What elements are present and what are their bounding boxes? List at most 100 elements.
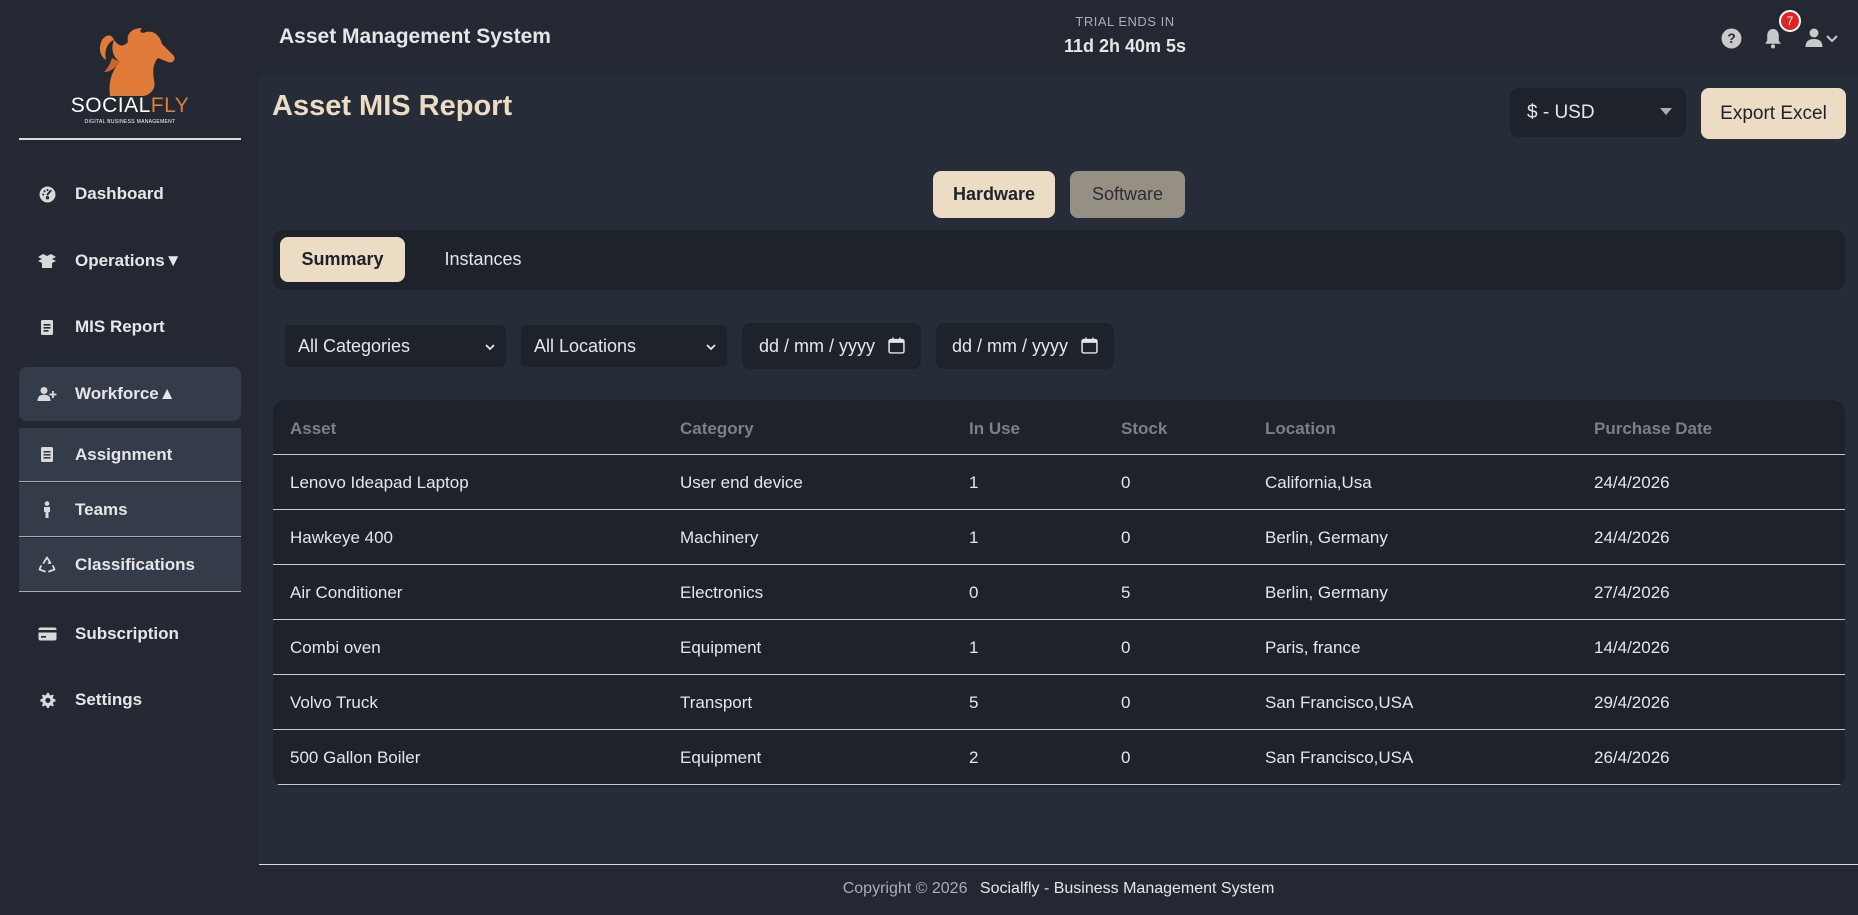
- asset-report-table: Asset Category In Use Stock Location Pur…: [273, 400, 1845, 787]
- report-tabs: Summary Instances: [273, 230, 1845, 290]
- cell-in-use: 1: [969, 638, 979, 657]
- sidebar-subitem-assignment[interactable]: Assignment: [19, 428, 241, 482]
- cell-purchase-date: 14/4/2026: [1594, 638, 1670, 657]
- cell-in-use: 2: [969, 748, 979, 767]
- cell-in-use: 0: [969, 583, 979, 602]
- date-to-placeholder: dd / mm / yyyy: [952, 335, 1069, 356]
- sidebar-item-label: Teams: [75, 499, 128, 519]
- app-title: Asset Management System: [279, 25, 551, 48]
- location-filter-select[interactable]: All Locations: [521, 325, 727, 367]
- location-filter-value: All Locations: [534, 335, 637, 356]
- trial-label: TRIAL ENDS IN: [1075, 14, 1175, 29]
- table-header: Asset Category In Use Stock Location Pur…: [273, 400, 1845, 455]
- chevron-down-icon: [705, 337, 717, 358]
- page-title: Asset MIS Report: [272, 90, 513, 122]
- cell-asset: Volvo Truck: [290, 693, 378, 712]
- sidebar-item-label: Dashboard: [75, 184, 164, 203]
- table-row[interactable]: Volvo Truck Transport 5 0 San Francisco,…: [273, 675, 1845, 730]
- footer-brand: Socialfly - Business Management System: [979, 880, 1275, 897]
- cell-stock: 0: [1121, 528, 1131, 547]
- sidebar-item-label: Workforce▲: [75, 384, 176, 403]
- user-menu-icon[interactable]: [1805, 26, 1841, 50]
- cell-stock: 0: [1121, 693, 1131, 712]
- date-from-input[interactable]: dd / mm / yyyy: [742, 323, 921, 369]
- cell-category: User end device: [680, 473, 803, 492]
- logo-text-fly: FLY: [150, 94, 190, 117]
- cell-category: Electronics: [680, 583, 764, 602]
- date-to-input[interactable]: dd / mm / yyyy: [936, 323, 1114, 369]
- column-header-in-use[interactable]: In Use: [969, 419, 1020, 439]
- sidebar-subitem-classifications[interactable]: Classifications: [19, 538, 241, 592]
- bell-icon[interactable]: [1761, 26, 1785, 50]
- cell-location: San Francisco,USA: [1265, 693, 1414, 712]
- trial-time: 11d 2h 40m 5s: [1063, 36, 1187, 56]
- column-header-category[interactable]: Category: [680, 419, 754, 439]
- calendar-icon[interactable]: [888, 337, 905, 359]
- cell-category: Equipment: [680, 748, 762, 767]
- table-row[interactable]: Combi oven Equipment 1 0 Paris, france 1…: [273, 620, 1845, 675]
- table-row[interactable]: Hawkeye 400 Machinery 1 0 Berlin, German…: [273, 510, 1845, 565]
- cell-in-use: 1: [969, 528, 979, 547]
- gear-icon: [37, 690, 57, 710]
- sidebar-item-label: Settings: [75, 690, 143, 709]
- horse-head-logo-icon: [99, 28, 175, 96]
- column-header-stock[interactable]: Stock: [1121, 419, 1167, 439]
- category-filter-select[interactable]: All Categories: [285, 325, 506, 367]
- cell-asset: Hawkeye 400: [290, 528, 394, 547]
- sidebar-item-label: Subscription: [75, 624, 179, 643]
- add-user-icon: [37, 384, 57, 404]
- column-header-purchase-date[interactable]: Purchase Date: [1594, 419, 1712, 439]
- tab-instances[interactable]: Instances: [423, 237, 543, 282]
- cell-location: Berlin, Germany: [1265, 583, 1388, 602]
- sidebar-item-workforce[interactable]: Workforce▲: [19, 367, 241, 421]
- cell-purchase-date: 24/4/2026: [1594, 473, 1670, 492]
- sidebar-item-mis-report[interactable]: MIS Report: [19, 300, 241, 354]
- calendar-icon[interactable]: [1081, 337, 1098, 359]
- cell-purchase-date: 27/4/2026: [1594, 583, 1670, 602]
- sidebar: SOCIALFLY DIGITAL BUSINESS MANAGEMENT Da…: [0, 0, 259, 915]
- hardware-toggle-button[interactable]: Hardware: [933, 171, 1055, 218]
- cell-stock: 0: [1121, 473, 1131, 492]
- logo-tagline: DIGITAL BUSINESS MANAGEMENT: [84, 119, 176, 125]
- cell-location: California,Usa: [1265, 473, 1372, 492]
- cell-stock: 0: [1121, 638, 1131, 657]
- table-row[interactable]: 500 Gallon Boiler Equipment 2 0 San Fran…: [273, 730, 1845, 785]
- cell-purchase-date: 29/4/2026: [1594, 693, 1670, 712]
- chevron-down-icon: [484, 337, 496, 358]
- export-excel-button[interactable]: Export Excel: [1701, 88, 1846, 139]
- table-row[interactable]: Lenovo Ideapad Laptop User end device 1 …: [273, 455, 1845, 510]
- cell-category: Machinery: [680, 528, 759, 547]
- sidebar-item-operations[interactable]: Operations▼: [19, 234, 241, 288]
- software-toggle-button[interactable]: Software: [1070, 171, 1185, 218]
- cell-in-use: 1: [969, 473, 979, 492]
- column-header-asset[interactable]: Asset: [290, 419, 336, 439]
- help-icon[interactable]: ?: [1719, 26, 1743, 50]
- column-header-location[interactable]: Location: [1265, 419, 1336, 439]
- tab-summary[interactable]: Summary: [280, 237, 405, 282]
- table-row[interactable]: Air Conditioner Electronics 0 5 Berlin, …: [273, 565, 1845, 620]
- notification-badge: 7: [1779, 10, 1801, 32]
- top-header: Asset Management System TRIAL ENDS IN 11…: [259, 0, 1858, 75]
- currency-value: $ - USD: [1527, 101, 1595, 123]
- cell-purchase-date: 24/4/2026: [1594, 528, 1670, 547]
- currency-select[interactable]: $ - USD: [1510, 88, 1686, 137]
- cell-category: Transport: [680, 693, 753, 712]
- report-icon: [37, 317, 57, 337]
- sidebar-item-label: Operations▼: [75, 251, 182, 270]
- sidebar-item-dashboard[interactable]: Dashboard: [19, 167, 241, 221]
- sidebar-subitem-teams[interactable]: Teams: [19, 483, 241, 537]
- cell-location: Berlin, Germany: [1265, 528, 1388, 547]
- logo-text-social: SOCIAL: [70, 94, 151, 117]
- footer: Copyright © 2026 Socialfly - Business Ma…: [259, 865, 1858, 915]
- date-from-placeholder: dd / mm / yyyy: [759, 335, 876, 356]
- sidebar-item-subscription[interactable]: Subscription: [19, 607, 241, 661]
- sidebar-item-label: Assignment: [75, 444, 173, 464]
- cell-in-use: 5: [969, 693, 979, 712]
- caret-down-icon: [1660, 108, 1672, 115]
- cell-location: Paris, france: [1265, 638, 1361, 657]
- person-icon: [37, 500, 57, 520]
- cell-category: Equipment: [680, 638, 762, 657]
- sidebar-item-settings[interactable]: Settings: [19, 673, 241, 727]
- logo[interactable]: SOCIALFLY DIGITAL BUSINESS MANAGEMENT: [19, 10, 241, 140]
- cell-location: San Francisco,USA: [1265, 748, 1414, 767]
